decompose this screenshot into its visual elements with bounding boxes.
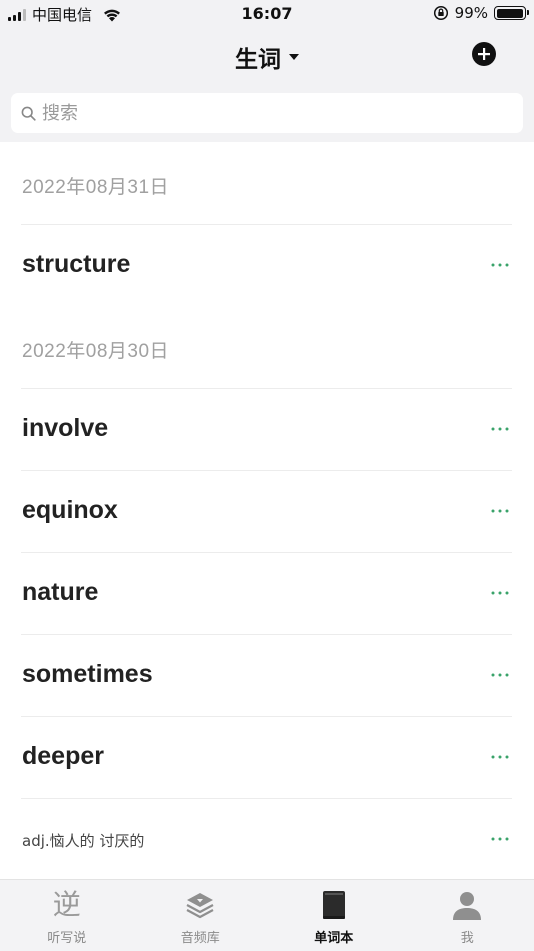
ni-glyph-icon: 逆 [51, 889, 83, 921]
word-label: equinox [22, 496, 118, 525]
orientation-lock-icon [433, 5, 449, 21]
tab-dictation[interactable]: 逆 听写说 [0, 880, 134, 951]
list-item[interactable]: involve [21, 388, 512, 470]
word-label: structure [22, 250, 130, 279]
nav-bar: 生词 [0, 28, 534, 84]
word-list: 2022年08月31日 structure 2022年08月30日 involv… [0, 142, 534, 879]
ellipsis-icon[interactable] [491, 263, 509, 267]
tab-label: 音频库 [181, 927, 220, 946]
tab-label: 单词本 [314, 927, 353, 946]
person-icon [451, 889, 483, 921]
ellipsis-icon[interactable] [491, 755, 509, 759]
tab-audio-library[interactable]: 音频库 [134, 880, 268, 951]
word-label: nature [22, 578, 98, 607]
ellipsis-icon[interactable] [491, 509, 509, 513]
layers-icon [184, 889, 216, 921]
tab-wordbook[interactable]: 单词本 [267, 880, 401, 951]
list-item[interactable]: structure [21, 224, 512, 306]
search-icon [21, 106, 36, 121]
list-item[interactable]: nature [21, 552, 512, 634]
status-bar: 中国电信 16:07 99% [0, 0, 534, 28]
word-label: sometimes [22, 660, 153, 689]
list-item[interactable]: adj.恼人的 讨厌的 [21, 798, 512, 879]
list-item[interactable]: equinox [21, 470, 512, 552]
date-header: 2022年08月30日 [21, 306, 512, 388]
list-item[interactable]: deeper [21, 716, 512, 798]
tab-label: 听写说 [47, 927, 86, 946]
title-dropdown[interactable]: 生词 [0, 40, 534, 74]
search-input[interactable] [40, 102, 484, 125]
date-header: 2022年08月31日 [21, 142, 512, 224]
notebook-icon [318, 889, 350, 921]
date-label: 2022年08月30日 [22, 336, 169, 363]
list-item[interactable]: sometimes [21, 634, 512, 716]
tab-profile[interactable]: 我 [401, 880, 534, 951]
tab-bar: 逆 听写说 音频库 单词本 [0, 879, 534, 951]
search-box[interactable] [11, 93, 523, 133]
battery-icon [494, 6, 526, 20]
plus-icon [477, 47, 491, 61]
word-label: deeper [22, 742, 104, 771]
meaning-label: adj.恼人的 讨厌的 [22, 830, 144, 851]
page-title: 生词 [235, 40, 281, 74]
caret-down-icon [289, 53, 299, 61]
word-label: involve [22, 414, 108, 443]
ellipsis-icon[interactable] [491, 591, 509, 595]
date-label: 2022年08月31日 [22, 172, 169, 199]
ellipsis-icon[interactable] [491, 837, 509, 841]
add-button[interactable] [472, 42, 496, 66]
ellipsis-icon[interactable] [491, 673, 509, 677]
tab-label: 我 [461, 927, 474, 946]
battery-fill [497, 9, 524, 18]
ellipsis-icon[interactable] [491, 427, 509, 431]
status-right: 99% [433, 4, 526, 22]
battery-percent: 99% [455, 4, 488, 22]
